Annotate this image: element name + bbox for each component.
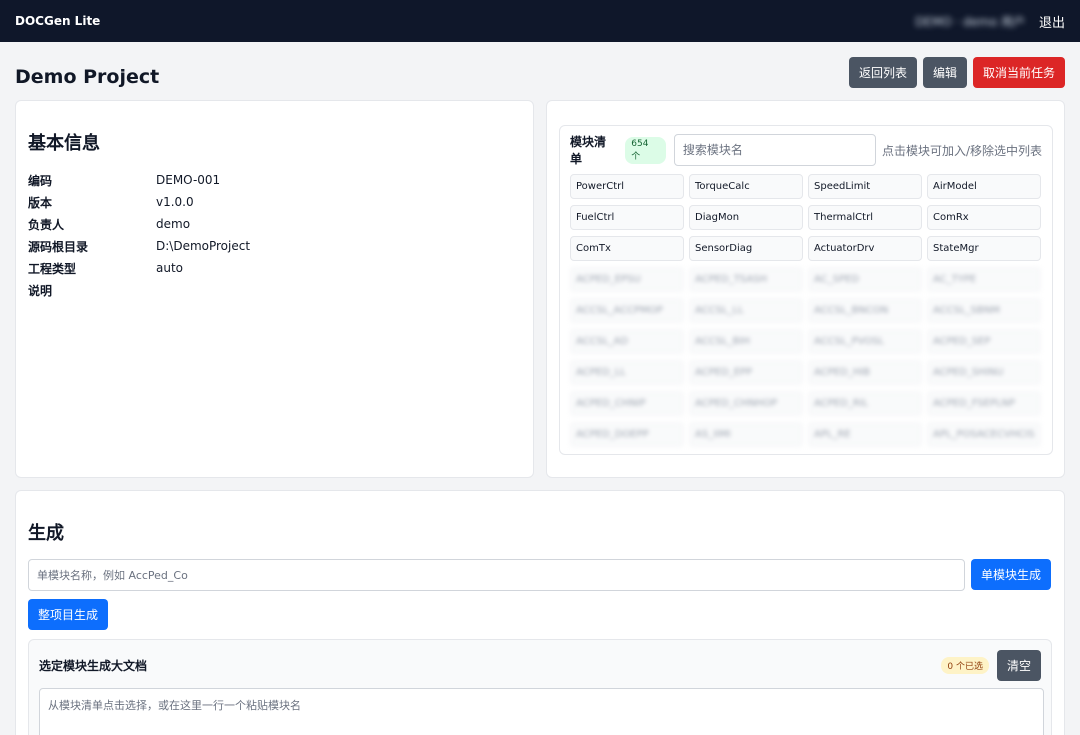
info-value: demo bbox=[156, 217, 191, 231]
module-grid: PowerCtrl TorqueCalc SpeedLimit AirModel Fue… bbox=[570, 174, 1042, 447]
module-item[interactable]: AC_TYPE bbox=[927, 267, 1041, 292]
page-actions: 返回列表 编辑 取消当前任务 bbox=[848, 57, 1065, 88]
back-to-list-button[interactable]: 返回列表 bbox=[848, 57, 917, 88]
module-item[interactable]: SpeedLimit bbox=[808, 174, 922, 199]
basic-info-title: 基本信息 bbox=[28, 133, 100, 154]
module-item[interactable]: ComRx bbox=[927, 205, 1041, 230]
module-item[interactable]: ACCSL_SBNM bbox=[927, 298, 1041, 323]
module-item[interactable]: AS_IIMI bbox=[689, 422, 803, 447]
module-item[interactable]: ACPED_EPSU bbox=[570, 267, 684, 292]
module-item[interactable]: AC_SPED bbox=[808, 267, 922, 292]
module-item[interactable]: ACPED_TSASH bbox=[689, 267, 803, 292]
module-item[interactable]: ACPED_SEP bbox=[927, 329, 1041, 354]
logout-link[interactable]: 退出 bbox=[1039, 12, 1065, 31]
basic-info-list: 编码 DEMO-001 版本 v1.0.0 负责人 demo 源码根目录 D:\DemoPro… bbox=[28, 169, 521, 301]
clear-selection-button[interactable]: 清空 bbox=[996, 649, 1041, 681]
app-brand[interactable]: DOCGen Lite bbox=[15, 14, 100, 28]
module-list-card: 模块清单 654 个 点击模块可加入/移除选中列表 PowerCtrlTorqu… bbox=[546, 100, 1065, 478]
selected-count-badge: 0 个已选 bbox=[941, 656, 989, 674]
single-module-generate-button[interactable]: 单模块生成 bbox=[971, 559, 1052, 590]
module-item[interactable]: StateMgr bbox=[927, 236, 1041, 261]
basic-info-card: 基本信息 编码 DEMO-001 版本 v1.0.0 负责人 demo 源码根目录 D:\De… bbox=[15, 100, 534, 478]
project-generate-button[interactable]: 整项目生成 bbox=[28, 599, 109, 630]
module-item[interactable]: ACPED_SHINU bbox=[927, 360, 1041, 385]
generate-title: 生成 bbox=[28, 523, 64, 544]
info-row: 负责人 demo bbox=[28, 213, 521, 235]
module-item[interactable]: ACPED_EPP bbox=[689, 360, 803, 385]
info-label: 源码根目录 bbox=[28, 239, 89, 254]
module-item[interactable]: FuelCtrl bbox=[570, 205, 684, 230]
module-item[interactable]: ACPED_RIL bbox=[808, 391, 922, 416]
info-label: 说明 bbox=[28, 283, 53, 298]
module-count-badge: 654 个 bbox=[625, 136, 666, 164]
module-item[interactable]: PowerCtrl bbox=[570, 174, 684, 199]
module-item[interactable]: ACCSL_BIH bbox=[689, 329, 803, 354]
module-list-hint: 点击模块可加入/移除选中列表 bbox=[881, 143, 1042, 158]
module-item[interactable]: APL_RE bbox=[808, 422, 922, 447]
info-label: 版本 bbox=[28, 195, 53, 210]
module-item[interactable]: AirModel bbox=[927, 174, 1041, 199]
info-row: 说明 bbox=[28, 279, 521, 301]
topbar-right: DEMO · demo 用户 退出 bbox=[915, 12, 1065, 31]
module-list-title: 模块清单 bbox=[570, 135, 607, 166]
user-info: DEMO · demo 用户 bbox=[915, 14, 1025, 29]
info-row: 编码 DEMO-001 bbox=[28, 169, 521, 191]
info-value: v1.0.0 bbox=[156, 195, 194, 209]
selected-modules-controls: 0 个已选 清空 bbox=[941, 649, 1041, 681]
single-module-row: 单模块生成 bbox=[28, 559, 1052, 591]
module-item[interactable]: ThermalCtrl bbox=[808, 205, 922, 230]
module-item[interactable]: ACCSL_ACCPMOP bbox=[570, 298, 684, 323]
module-list-panel: 模块清单 654 个 点击模块可加入/移除选中列表 PowerCtrlTorqu… bbox=[559, 125, 1053, 455]
module-item[interactable]: ACPED_FSEPLNP bbox=[927, 391, 1041, 416]
page-title: Demo Project bbox=[15, 66, 160, 88]
selected-modules-header: 选定模块生成大文档 0 个已选 清空 bbox=[39, 649, 1041, 681]
module-item[interactable]: ACCSL_LL bbox=[689, 298, 803, 323]
edit-button[interactable]: 编辑 bbox=[922, 57, 967, 88]
module-search-input[interactable] bbox=[673, 134, 876, 166]
module-item[interactable]: ACCSL_PVOSL bbox=[808, 329, 922, 354]
module-item[interactable]: APL_POSACECVHCIS bbox=[927, 422, 1041, 447]
info-value: DEMO-001 bbox=[156, 173, 221, 187]
module-item[interactable]: ACPED_DOEPP bbox=[570, 422, 684, 447]
module-list-header: 模块清单 654 个 点击模块可加入/移除选中列表 bbox=[570, 134, 1042, 166]
info-label: 编码 bbox=[28, 173, 53, 188]
info-row: 源码根目录 D:\DemoProject bbox=[28, 235, 521, 257]
module-item[interactable]: DiagMon bbox=[689, 205, 803, 230]
selected-modules-textarea[interactable] bbox=[39, 688, 1044, 735]
info-label: 工程类型 bbox=[28, 261, 77, 276]
info-row: 工程类型 auto bbox=[28, 257, 521, 279]
info-value: auto bbox=[156, 261, 184, 275]
generate-card: 生成 单模块生成 整项目生成 选定模块生成大文档 0 个已选 清空 bbox=[15, 490, 1065, 735]
module-item[interactable]: ComTx bbox=[570, 236, 684, 261]
module-item[interactable]: ACCSL_BNCON bbox=[808, 298, 922, 323]
info-row: 版本 v1.0.0 bbox=[28, 191, 521, 213]
module-item[interactable]: ACPED_LL bbox=[570, 360, 684, 385]
module-item[interactable]: ACCSL_AD bbox=[570, 329, 684, 354]
module-item[interactable]: SensorDiag bbox=[689, 236, 803, 261]
info-label: 负责人 bbox=[28, 217, 65, 232]
info-value: D:\DemoProject bbox=[156, 239, 251, 253]
single-module-input[interactable] bbox=[28, 559, 965, 591]
top-navbar: DOCGen Lite DEMO · demo 用户 退出 bbox=[0, 0, 1080, 42]
cancel-task-button[interactable]: 取消当前任务 bbox=[972, 57, 1065, 88]
selected-modules-title: 选定模块生成大文档 bbox=[39, 658, 148, 673]
module-item[interactable]: ACPED_CHNHOP bbox=[689, 391, 803, 416]
module-item[interactable]: TorqueCalc bbox=[689, 174, 803, 199]
selected-modules-panel: 选定模块生成大文档 0 个已选 清空 bbox=[28, 639, 1052, 735]
module-item[interactable]: ActuatorDrv bbox=[808, 236, 922, 261]
module-item[interactable]: ACPED_CHNIP bbox=[570, 391, 684, 416]
module-item[interactable]: ACPED_HIB bbox=[808, 360, 922, 385]
